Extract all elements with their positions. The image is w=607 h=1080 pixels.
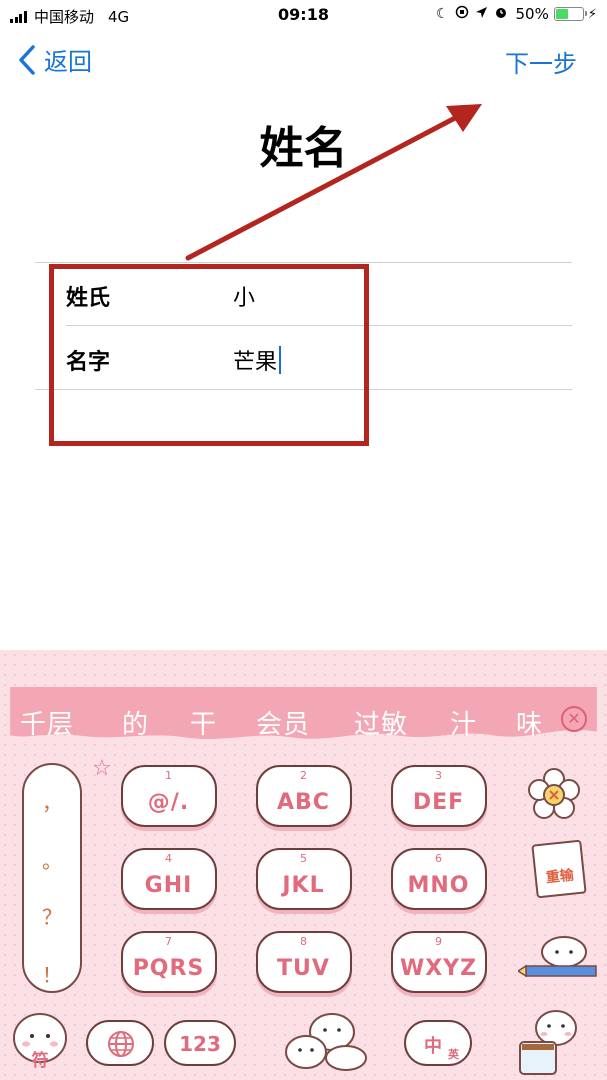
- key-2[interactable]: 2 ABC: [256, 765, 352, 827]
- key-5[interactable]: 5 JKL: [256, 848, 352, 910]
- candidate-word[interactable]: 汁: [450, 704, 477, 741]
- pencil-bear-icon: [516, 936, 597, 978]
- key-7[interactable]: 7 PQRS: [121, 931, 217, 993]
- punctuation-key[interactable]: ！: [24, 959, 80, 988]
- numbers-key[interactable]: 123: [164, 1020, 236, 1066]
- close-candidates-icon[interactable]: ✕: [561, 706, 587, 732]
- globe-icon: [108, 1031, 134, 1057]
- candidate-word[interactable]: 的: [122, 704, 149, 741]
- key-8[interactable]: 8 TUV: [256, 931, 352, 993]
- flower-delete-icon: [528, 768, 580, 819]
- return-key[interactable]: [512, 1004, 592, 1080]
- coffee-bear-icon: [519, 1010, 577, 1075]
- annotation-arrow: [185, 104, 482, 261]
- candidate-word[interactable]: 会员: [256, 704, 310, 741]
- punctuation-column[interactable]: ， 。 ？ ！: [22, 763, 82, 993]
- symbols-label: 符: [31, 1051, 49, 1071]
- reinput-label: 重输: [545, 867, 575, 887]
- key-1[interactable]: 1 @/.: [121, 765, 217, 827]
- reinput-key[interactable]: 重输: [531, 839, 587, 899]
- language-switch-key[interactable]: 中 英: [404, 1020, 472, 1066]
- candidate-word[interactable]: 味: [516, 704, 543, 741]
- delete-key[interactable]: [528, 768, 580, 824]
- punctuation-key[interactable]: ，: [24, 787, 80, 816]
- lang-main-label: 中: [424, 1036, 442, 1057]
- numbers-label: 123: [179, 1032, 221, 1056]
- candidate-word[interactable]: 干: [190, 704, 217, 741]
- globe-key[interactable]: [86, 1020, 154, 1066]
- lang-sub-label: 英: [448, 1048, 459, 1061]
- candidate-word[interactable]: 过敏: [354, 704, 408, 741]
- star-icon: ☆: [92, 756, 112, 781]
- punctuation-key[interactable]: ？: [24, 901, 80, 930]
- hide-keyboard-key[interactable]: [516, 936, 598, 986]
- key-4[interactable]: 4 GHI: [121, 848, 217, 910]
- candidate-word[interactable]: 千层: [20, 704, 74, 741]
- bear-space-icon: [285, 1013, 367, 1071]
- key-9[interactable]: 9 WXYZ: [391, 931, 487, 993]
- punctuation-key[interactable]: 。: [24, 845, 80, 874]
- key-3[interactable]: 3 DEF: [391, 765, 487, 827]
- space-key[interactable]: [282, 1008, 372, 1078]
- symbols-key[interactable]: 符: [10, 1008, 70, 1078]
- key-6[interactable]: 6 MNO: [391, 848, 487, 910]
